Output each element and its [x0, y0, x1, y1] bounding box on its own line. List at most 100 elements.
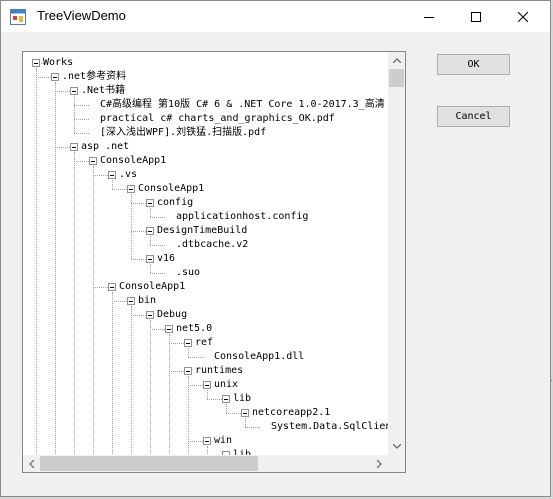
tree-connector-line	[74, 96, 75, 133]
tree-connector-line	[74, 152, 75, 455]
collapse-toggle-icon[interactable]	[127, 185, 135, 193]
tree-branch-line	[74, 119, 89, 120]
collapse-toggle-icon[interactable]	[184, 339, 192, 347]
tree-branch-line	[74, 161, 89, 162]
vertical-scroll-thumb[interactable]	[389, 69, 404, 87]
tree-branch-line	[169, 371, 184, 372]
tree-connector-line	[169, 334, 170, 455]
tree-branch-line	[93, 175, 108, 176]
horizontal-scrollbar[interactable]	[23, 455, 388, 472]
tree-node[interactable]: ConsoleApp1	[100, 154, 166, 168]
tree-branch-line	[55, 147, 70, 148]
tree-branch-line	[150, 329, 165, 330]
tree-node[interactable]: .suo	[176, 266, 200, 280]
tree-view[interactable]: Works .net参考资料 .Net书籍 C#高级编程 第10版 C# 6 & .N…	[22, 51, 406, 473]
tree-connector-line	[188, 348, 189, 357]
tree-node[interactable]: ConsoleApp1	[119, 280, 185, 294]
collapse-toggle-icon[interactable]	[146, 255, 154, 263]
tree-connector-line	[131, 306, 132, 455]
tree-branch-line	[55, 91, 70, 92]
chevron-down-icon	[392, 444, 401, 449]
collapse-toggle-icon[interactable]	[203, 381, 211, 389]
collapse-toggle-icon[interactable]	[146, 227, 154, 235]
tree-node[interactable]: ConsoleApp1.dll	[214, 350, 304, 364]
tree-view-canvas: Works .net参考资料 .Net书籍 C#高级编程 第10版 C# 6 & .N…	[23, 52, 388, 455]
maximize-button[interactable]	[453, 1, 499, 32]
tree-node[interactable]: lib	[233, 392, 251, 406]
tree-branch-line	[131, 203, 146, 204]
tree-branch-line	[112, 301, 127, 302]
tree-node[interactable]: applicationhost.config	[176, 210, 308, 224]
tree-branch-line	[93, 287, 108, 288]
collapse-toggle-icon[interactable]	[146, 311, 154, 319]
tree-node[interactable]: lib	[233, 448, 251, 455]
tree-node[interactable]: v16	[157, 252, 175, 266]
minimize-icon	[424, 16, 434, 18]
tree-connector-line	[112, 292, 113, 455]
collapse-toggle-icon[interactable]	[222, 395, 230, 403]
collapse-toggle-icon[interactable]	[241, 409, 249, 417]
collapse-toggle-icon[interactable]	[89, 157, 97, 165]
scroll-right-button[interactable]	[371, 455, 388, 472]
tree-node[interactable]: net5.0	[176, 322, 212, 336]
collapse-toggle-icon[interactable]	[70, 143, 78, 151]
collapse-toggle-icon[interactable]	[127, 297, 135, 305]
tree-node[interactable]: unix	[214, 378, 238, 392]
tree-branch-line	[150, 245, 165, 246]
collapse-toggle-icon[interactable]	[51, 73, 59, 81]
collapse-toggle-icon[interactable]	[108, 171, 116, 179]
tree-connector-line	[207, 390, 208, 399]
chevron-left-icon	[29, 459, 34, 468]
tree-node[interactable]: .net参考资料	[62, 70, 126, 84]
tree-node[interactable]: ref	[195, 336, 213, 350]
tree-connector-line	[188, 376, 189, 455]
scrollbar-corner	[388, 455, 405, 472]
horizontal-scroll-thumb[interactable]	[40, 456, 258, 471]
scroll-down-button[interactable]	[388, 438, 405, 455]
tree-node[interactable]: Works	[43, 56, 73, 70]
tree-branch-line	[131, 259, 146, 260]
tree-connector-line	[207, 446, 208, 455]
tree-branch-line	[245, 427, 260, 428]
tree-node[interactable]: C#高级编程 第10版 C# 6 & .NET Core 1.0-2017.3_…	[100, 98, 385, 112]
minimize-button[interactable]	[406, 1, 452, 32]
scroll-up-button[interactable]	[388, 52, 405, 69]
tree-node[interactable]: bin	[138, 294, 156, 308]
cancel-button[interactable]: Cancel	[437, 106, 510, 127]
tree-connector-line	[150, 236, 151, 245]
tree-branch-line	[188, 441, 203, 442]
tree-connector-line	[150, 264, 151, 273]
tree-node[interactable]: runtimes	[195, 364, 243, 378]
tree-node[interactable]: [深入浅出WPF].刘铁猛.扫描版.pdf	[100, 126, 266, 140]
collapse-toggle-icon[interactable]	[165, 325, 173, 333]
close-button[interactable]	[500, 1, 546, 32]
tree-branch-line	[150, 217, 165, 218]
tree-node[interactable]: System.Data.SqlClient.dll	[271, 420, 388, 434]
collapse-toggle-icon[interactable]	[108, 283, 116, 291]
tree-node[interactable]: DesignTimeBuild	[157, 224, 247, 238]
tree-node[interactable]: win	[214, 434, 232, 448]
tree-node[interactable]: .dtbcache.v2	[176, 238, 248, 252]
tree-node[interactable]: asp .net	[81, 140, 129, 154]
tree-node[interactable]: config	[157, 196, 193, 210]
ok-button[interactable]: OK	[437, 54, 510, 75]
scroll-left-button[interactable]	[23, 455, 40, 472]
collapse-toggle-icon[interactable]	[70, 87, 78, 95]
tree-branch-line	[150, 273, 165, 274]
chevron-up-icon	[392, 58, 401, 63]
tree-node[interactable]: ConsoleApp1	[138, 182, 204, 196]
collapse-toggle-icon[interactable]	[32, 59, 40, 67]
tree-connector-line	[226, 404, 227, 413]
tree-node[interactable]: .vs	[119, 168, 137, 182]
collapse-toggle-icon[interactable]	[146, 199, 154, 207]
tree-node[interactable]: Debug	[157, 308, 187, 322]
tree-connector-line	[36, 68, 37, 455]
tree-node[interactable]: practical c# charts_and_graphics_OK.pdf	[100, 112, 335, 126]
title-bar[interactable]: TreeViewDemo	[1, 1, 550, 32]
collapse-toggle-icon[interactable]	[184, 367, 192, 375]
tree-node[interactable]: .Net书籍	[81, 84, 125, 98]
tree-connector-line	[150, 320, 151, 455]
vertical-scrollbar[interactable]	[388, 52, 405, 455]
tree-node[interactable]: netcoreapp2.1	[252, 406, 330, 420]
collapse-toggle-icon[interactable]	[203, 437, 211, 445]
